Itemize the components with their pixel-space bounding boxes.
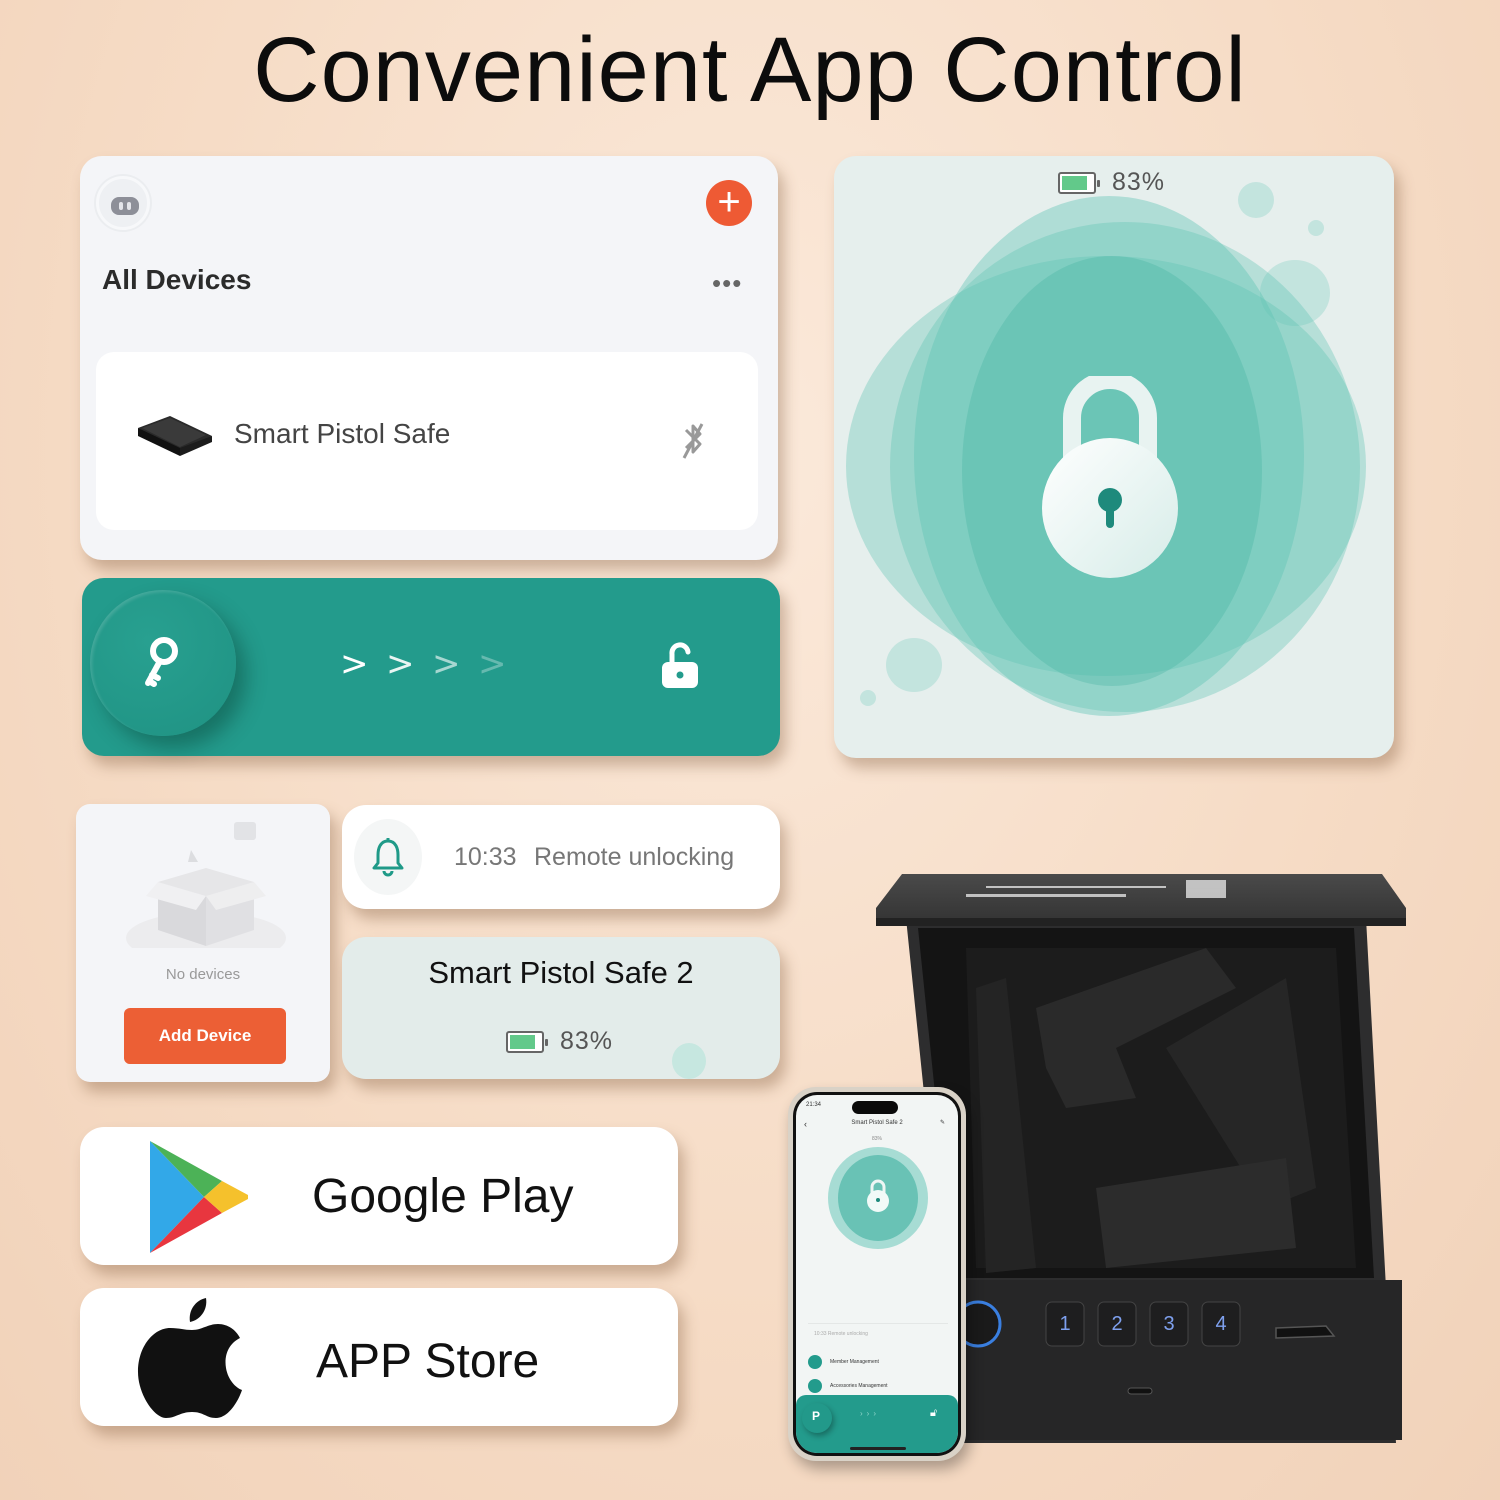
padlock-icon[interactable] — [866, 1179, 890, 1213]
battery-percent: 83% — [1112, 168, 1166, 196]
device-list-item[interactable]: Smart Pistol Safe — [96, 352, 758, 530]
phone-notification: 10:33 Remote unlocking — [814, 1331, 868, 1337]
menu-item-member[interactable]: Member Management — [830, 1359, 879, 1365]
empty-box-icon — [126, 822, 286, 948]
notification-message: Remote unlocking — [534, 843, 735, 871]
accessories-icon — [808, 1379, 822, 1393]
keypad-key-2[interactable]: 2 — [1097, 1301, 1137, 1347]
device-name: Smart Pistol Safe 2 — [428, 955, 694, 990]
keypad-key-label: 4 — [1215, 1313, 1226, 1335]
app-store-button[interactable]: APP Store — [80, 1288, 678, 1426]
keypad-key-label: 2 — [1111, 1313, 1122, 1335]
slide-to-unlock-bar[interactable]: > > > > — [82, 578, 780, 756]
chevron-icons: ››› — [860, 1409, 880, 1418]
bell-icon — [372, 838, 404, 877]
robot-avatar-icon — [111, 197, 139, 215]
decor-bubble — [672, 1043, 706, 1079]
battery-icon — [506, 1030, 548, 1053]
unlock-slider-knob[interactable]: P — [802, 1403, 832, 1433]
decor-bubble — [1260, 260, 1330, 326]
battery-indicator: 83% — [1058, 168, 1165, 197]
google-play-label: Google Play — [312, 1170, 574, 1223]
battery-indicator: 83% — [506, 1027, 613, 1056]
decor-bubble — [886, 638, 942, 692]
home-indicator — [850, 1447, 906, 1450]
google-play-icon — [150, 1141, 248, 1253]
decor-bubble — [1238, 182, 1274, 218]
key-icon: P — [812, 1409, 821, 1423]
bell-badge — [354, 819, 422, 895]
unlock-icon: 🔓︎ — [930, 1407, 938, 1419]
add-device-button[interactable]: Add Device — [124, 1008, 286, 1064]
keypad-key-label: 1 — [1059, 1313, 1070, 1335]
battery-icon — [1058, 171, 1100, 194]
dynamic-island — [852, 1101, 898, 1114]
unlock-slider-knob[interactable] — [90, 590, 236, 736]
chevron-right-icon: > — [478, 644, 507, 684]
more-dots-icon[interactable]: ••• — [712, 268, 742, 299]
phone-time: 21:34 — [806, 1102, 822, 1108]
empty-state-card: No devices Add Device — [76, 804, 330, 1082]
phone-mockup: 21:34 ‹ Smart Pistol Safe 2 ✎ 83% 10:33 … — [788, 1087, 966, 1461]
keypad-key-label: 3 — [1163, 1313, 1174, 1335]
unlock-icon — [662, 642, 698, 688]
no-devices-message: No devices — [165, 966, 241, 983]
add-device-button[interactable]: + — [706, 180, 752, 226]
device-name: Smart Pistol Safe — [234, 418, 451, 449]
all-devices-card: + All Devices ••• Smart Pistol Safe — [80, 156, 778, 560]
phone-unlock-bar[interactable]: P ››› 🔓︎ — [796, 1395, 958, 1453]
app-store-label: APP Store — [316, 1335, 540, 1388]
battery-percent: 83% — [560, 1027, 614, 1055]
keypad-key-4[interactable]: 4 — [1201, 1301, 1241, 1347]
all-devices-heading: All Devices — [102, 264, 252, 295]
page-title: Convenient App Control — [253, 19, 1247, 121]
keypad-key-3[interactable]: 3 — [1149, 1301, 1189, 1347]
lock-status-panel: 83% — [834, 156, 1394, 758]
decor-bubble — [860, 690, 876, 706]
padlock-icon[interactable] — [1040, 376, 1180, 586]
decor-bubble — [1308, 220, 1324, 236]
menu-item-accessories[interactable]: Accessories Management — [830, 1383, 888, 1389]
apple-icon — [138, 1298, 242, 1418]
chevron-right-icon: > — [340, 644, 369, 684]
key-icon — [145, 637, 178, 687]
member-icon — [808, 1355, 822, 1369]
notification-item[interactable]: 10:33 Remote unlocking — [342, 805, 780, 909]
google-play-button[interactable]: Google Play — [80, 1127, 678, 1265]
pistol-safe-icon — [138, 416, 212, 456]
keypad-key-1[interactable]: 1 — [1045, 1301, 1085, 1347]
phone-battery: 83% — [872, 1136, 883, 1142]
chevron-right-icon: > — [386, 644, 415, 684]
phone-title: Smart Pistol Safe 2 — [851, 1120, 903, 1126]
avatar[interactable] — [96, 176, 150, 230]
bluetooth-disconnected-icon — [682, 423, 704, 459]
phone-screen: 21:34 ‹ Smart Pistol Safe 2 ✎ 83% 10:33 … — [796, 1095, 958, 1453]
edit-icon[interactable]: ✎ — [940, 1119, 945, 1126]
chevron-right-icon: > — [432, 644, 461, 684]
device-status-card[interactable]: Smart Pistol Safe 2 83% — [342, 937, 780, 1079]
notification-time: 10:33 — [454, 843, 517, 871]
divider — [808, 1323, 948, 1324]
